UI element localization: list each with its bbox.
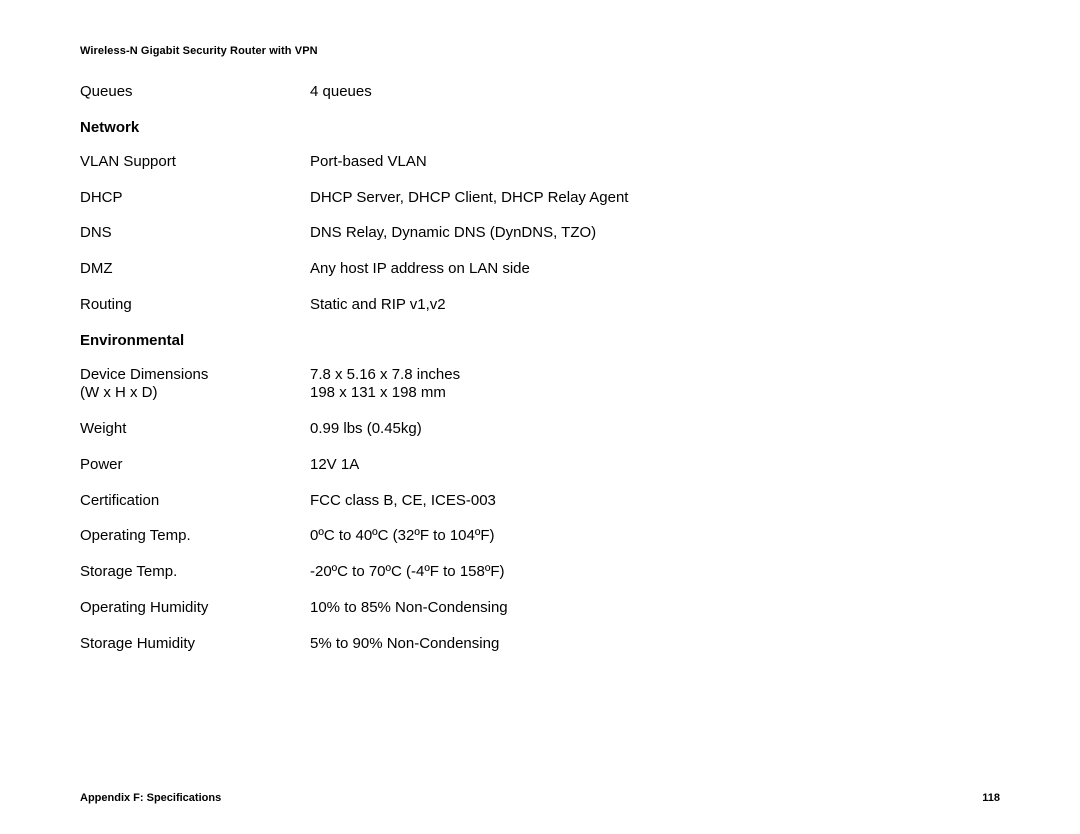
- spec-row: RoutingStatic and RIP v1,v2: [80, 296, 1000, 315]
- spec-label: Storage Humidity: [80, 635, 310, 654]
- spec-value: FCC class B, CE, ICES-003: [310, 492, 1000, 511]
- spec-row: Weight0.99 lbs (0.45kg): [80, 420, 1000, 439]
- spec-row: VLAN SupportPort-based VLAN: [80, 153, 1000, 172]
- specifications-body: Queues4 queues Network VLAN SupportPort-ba…: [80, 83, 1000, 653]
- spec-value: 0ºC to 40ºC (32ºF to 104ºF): [310, 527, 1000, 546]
- spec-row: Operating Humidity10% to 85% Non-Condens…: [80, 599, 1000, 618]
- document-page: Wireless-N Gigabit Security Router with …: [0, 0, 1080, 834]
- footer-page-number: 118: [982, 792, 1000, 804]
- spec-value: 7.8 x 5.16 x 7.8 inches 198 x 131 x 198 …: [310, 366, 1000, 404]
- spec-value: -20ºC to 70ºC (-4ºF to 158ºF): [310, 563, 1000, 582]
- spec-label: Operating Humidity: [80, 599, 310, 618]
- spec-row: Queues4 queues: [80, 83, 1000, 102]
- spec-label: DNS: [80, 224, 310, 243]
- spec-label: Storage Temp.: [80, 563, 310, 582]
- spec-row: Storage Humidity5% to 90% Non-Condensing: [80, 635, 1000, 654]
- spec-row: Storage Temp.-20ºC to 70ºC (-4ºF to 158º…: [80, 563, 1000, 582]
- spec-row: Power12V 1A: [80, 456, 1000, 475]
- spec-label: Routing: [80, 296, 310, 315]
- spec-label: DMZ: [80, 260, 310, 279]
- spec-row: DHCPDHCP Server, DHCP Client, DHCP Relay…: [80, 189, 1000, 208]
- spec-value: 5% to 90% Non-Condensing: [310, 635, 1000, 654]
- spec-value: Port-based VLAN: [310, 153, 1000, 172]
- spec-label: DHCP: [80, 189, 310, 208]
- spec-label: VLAN Support: [80, 153, 310, 172]
- spec-label: Power: [80, 456, 310, 475]
- footer-appendix-label: Appendix F: Specifications: [80, 792, 221, 804]
- spec-value: 10% to 85% Non-Condensing: [310, 599, 1000, 618]
- spec-row: Operating Temp.0ºC to 40ºC (32ºF to 104º…: [80, 527, 1000, 546]
- spec-value: Any host IP address on LAN side: [310, 260, 1000, 279]
- document-header-title: Wireless-N Gigabit Security Router with …: [80, 45, 1000, 57]
- spec-row: CertificationFCC class B, CE, ICES-003: [80, 492, 1000, 511]
- spec-value: DHCP Server, DHCP Client, DHCP Relay Age…: [310, 189, 1000, 208]
- spec-label: Certification: [80, 492, 310, 511]
- section-heading: Environmental: [80, 332, 1000, 349]
- spec-value: 12V 1A: [310, 456, 1000, 475]
- spec-label: Operating Temp.: [80, 527, 310, 546]
- spec-label: Device Dimensions (W x H x D): [80, 366, 310, 404]
- spec-row: Device Dimensions (W x H x D)7.8 x 5.16 …: [80, 366, 1000, 404]
- document-footer: Appendix F: Specifications 118: [80, 792, 1000, 804]
- spec-value: 0.99 lbs (0.45kg): [310, 420, 1000, 439]
- spec-value: Static and RIP v1,v2: [310, 296, 1000, 315]
- spec-label: Weight: [80, 420, 310, 439]
- spec-value: DNS Relay, Dynamic DNS (DynDNS, TZO): [310, 224, 1000, 243]
- spec-label: Queues: [80, 83, 310, 102]
- spec-value: 4 queues: [310, 83, 1000, 102]
- section-heading: Network: [80, 119, 1000, 136]
- spec-row: DMZAny host IP address on LAN side: [80, 260, 1000, 279]
- spec-row: DNSDNS Relay, Dynamic DNS (DynDNS, TZO): [80, 224, 1000, 243]
